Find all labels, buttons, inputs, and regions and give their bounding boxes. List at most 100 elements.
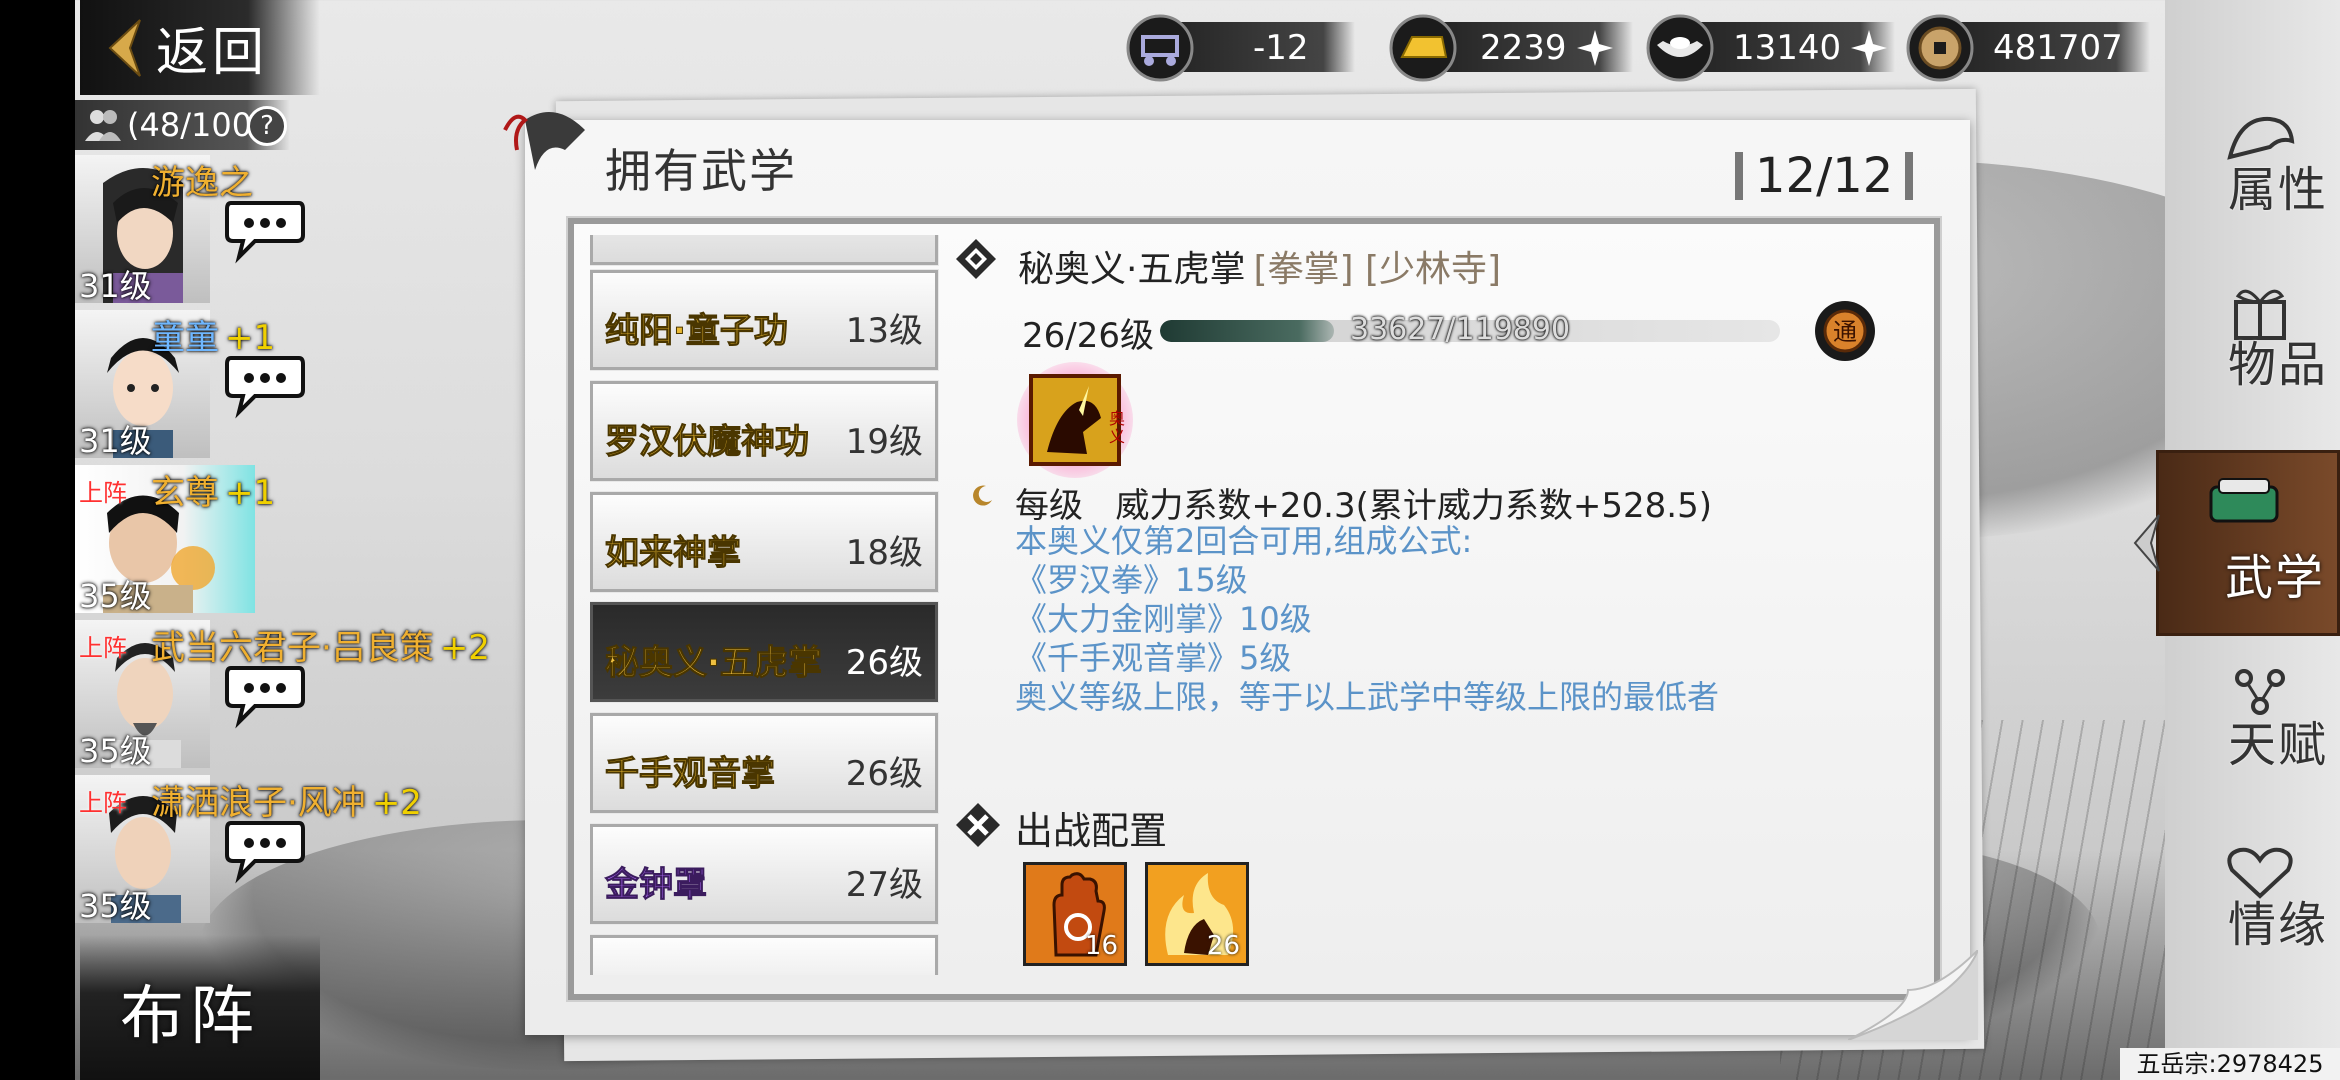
chat-bubble-icon[interactable] — [225, 815, 305, 885]
currency-coin: 481707 — [1905, 10, 2150, 85]
per-level-bonus: 每级 威力系数+20.3(累计威力系数+528.5) — [1015, 486, 1712, 526]
skill-list[interactable]: 纯阳·童子功 13级 罗汉伏魔神功 19级 如来神掌 18级 秘奥义·五虎掌 2… — [590, 235, 940, 975]
formation-label: 布阵 — [120, 980, 260, 1054]
currency-cart: -12 — [1125, 10, 1355, 85]
onstage-badge: 上阵 — [79, 634, 127, 662]
tab-label: 情缘 — [2227, 897, 2328, 953]
tab-label: 物品 — [2227, 337, 2328, 393]
cart-value: -12 — [1253, 27, 1309, 68]
moon-bullet-icon — [973, 485, 992, 506]
description-line: 《大力金刚掌》10级 — [1015, 600, 1312, 638]
icon-badge: 奥义 — [1109, 409, 1125, 446]
tab-label: 属性 — [2227, 162, 2328, 218]
description-line: 奥义等级上限，等于以上武学中等级上限的最低者 — [1015, 678, 1720, 716]
character-name: 武当六君子·吕良策 +2 — [151, 628, 490, 668]
panel-title: 拥有武学 — [605, 144, 797, 198]
chat-bubble-icon[interactable] — [225, 195, 305, 265]
description-line: 本奥义仅第2回合可用,组成公式: — [1015, 522, 1473, 560]
character-level: 35级 — [79, 577, 152, 615]
deploy-slot[interactable]: 26 — [1145, 862, 1249, 966]
roster-capacity: (48/100 ? — [75, 100, 290, 150]
people-icon — [85, 110, 121, 141]
skill-tags: [拳掌] [少林寺] — [1253, 249, 1502, 290]
diamond-icon — [956, 239, 996, 279]
skill-title: 秘奥义·五虎掌 [拳掌] [少林寺] — [1018, 249, 1502, 290]
skill-level: 26级 — [845, 754, 923, 794]
character-level: 31级 — [79, 267, 152, 305]
skill-count: 12/12 — [1734, 148, 1914, 204]
tab-label: 武学 — [2224, 550, 2325, 606]
brush-stroke-icon — [503, 112, 585, 170]
character-card[interactable]: 童童 +1 31级 — [75, 310, 495, 462]
slot-level: 26 — [1206, 931, 1240, 961]
list-item[interactable]: 金钟罩 27级 — [590, 823, 939, 925]
tab-attributes[interactable]: 属性 — [2180, 95, 2340, 245]
chat-bubble-icon[interactable] — [225, 660, 305, 730]
skill-name: 如来神掌 — [605, 533, 742, 574]
skill-level: 13级 — [845, 311, 923, 351]
silver-value: 13140 — [1733, 27, 1842, 68]
list-item[interactable] — [590, 235, 939, 266]
help-icon[interactable]: ? — [247, 106, 287, 146]
slot-level: 16 — [1084, 931, 1118, 961]
currency-gold: 2239 — [1388, 10, 1633, 85]
list-item-selected[interactable]: 秘奥义·五虎掌 26级 — [590, 601, 939, 703]
character-card[interactable]: 游逸之 31级 — [75, 155, 495, 307]
character-level: 31级 — [79, 422, 152, 460]
skill-level: 19级 — [845, 422, 923, 462]
skill-level: 27级 — [845, 865, 923, 905]
character-level: 35级 — [79, 887, 152, 925]
description-line: 《罗汉拳》15级 — [1015, 561, 1248, 599]
page-curl[interactable] — [1848, 950, 1978, 1040]
tab-label: 天赋 — [2227, 717, 2328, 773]
deploy-title: 出战配置 — [1015, 809, 1168, 853]
skill-name: 秘奥义·五虎掌 — [605, 643, 823, 684]
character-card[interactable]: 上阵 潇洒浪子·风冲 +2 35级 — [75, 775, 495, 927]
skill-level-text: 26/26级 — [1022, 316, 1154, 356]
description-line: 《千手观音掌》5级 — [1015, 639, 1292, 677]
xp-text: 33627/119890 — [1350, 312, 1571, 347]
character-card-selected[interactable]: 上阵 玄尊 +1 35级 — [75, 465, 495, 617]
chevron-left-icon — [2133, 514, 2160, 572]
coin-value: 481707 — [1993, 27, 2123, 68]
tong-badge[interactable]: 通 — [1812, 298, 1878, 364]
cart-icon — [1126, 14, 1194, 81]
guild-id: 五岳宗:2978425 — [2120, 1048, 2340, 1080]
skill-name: 千手观音掌 — [605, 754, 776, 795]
skill-name: 金钟罩 — [605, 865, 708, 906]
silver-ingot-icon — [1646, 14, 1714, 81]
list-item[interactable]: 罗汉伏魔神功 19级 — [590, 380, 939, 482]
gold-bar-icon — [1389, 14, 1457, 81]
skill-description: 本奥义仅第2回合可用,组成公式: 《罗汉拳》15级 《大力金刚掌》10级 《千手… — [1015, 522, 1719, 717]
gold-value: 2239 — [1480, 27, 1567, 68]
tab-items[interactable]: 物品 — [2180, 270, 2340, 420]
character-card[interactable]: 上阵 武当六君子·吕良策 +2 35级 — [75, 620, 495, 772]
screen-edge-left — [0, 0, 75, 1080]
svg-text:通: 通 — [1833, 318, 1857, 346]
list-item[interactable]: 千手观音掌 26级 — [590, 712, 939, 814]
back-label: 返回 — [156, 23, 269, 83]
list-item[interactable] — [590, 934, 939, 975]
list-item[interactable]: 纯阳·童子功 13级 — [590, 269, 939, 371]
add-silver-icon[interactable] — [1849, 28, 1889, 68]
back-button[interactable]: 返回 — [80, 0, 320, 95]
crossed-diamond-icon — [956, 803, 1000, 847]
formation-button[interactable]: 布阵 — [80, 935, 320, 1080]
tab-bonds[interactable]: 情缘 — [2180, 830, 2340, 980]
scroll-book-icon — [2209, 478, 2279, 523]
chevron-left-icon — [108, 18, 141, 77]
deploy-slot[interactable]: 16 — [1023, 862, 1127, 966]
currency-silver: 13140 — [1645, 10, 1895, 85]
side-menu: 属性 物品 武学 天赋 情缘 — [2133, 0, 2340, 1080]
list-item[interactable]: 如来神掌 18级 — [590, 491, 939, 593]
character-name: 玄尊 +1 — [151, 473, 276, 513]
add-gold-icon[interactable] — [1575, 28, 1615, 68]
tab-martial-arts[interactable]: 武学 — [2133, 450, 2340, 636]
tab-talent[interactable]: 天赋 — [2180, 650, 2340, 800]
skill-name: 罗汉伏魔神功 — [605, 422, 810, 463]
chat-bubble-icon[interactable] — [225, 350, 305, 420]
skill-level: 26级 — [845, 643, 923, 683]
skill-icon[interactable]: 奥义 — [1017, 362, 1133, 478]
onstage-badge: 上阵 — [79, 789, 127, 817]
capacity-text: (48/100 — [127, 106, 253, 144]
